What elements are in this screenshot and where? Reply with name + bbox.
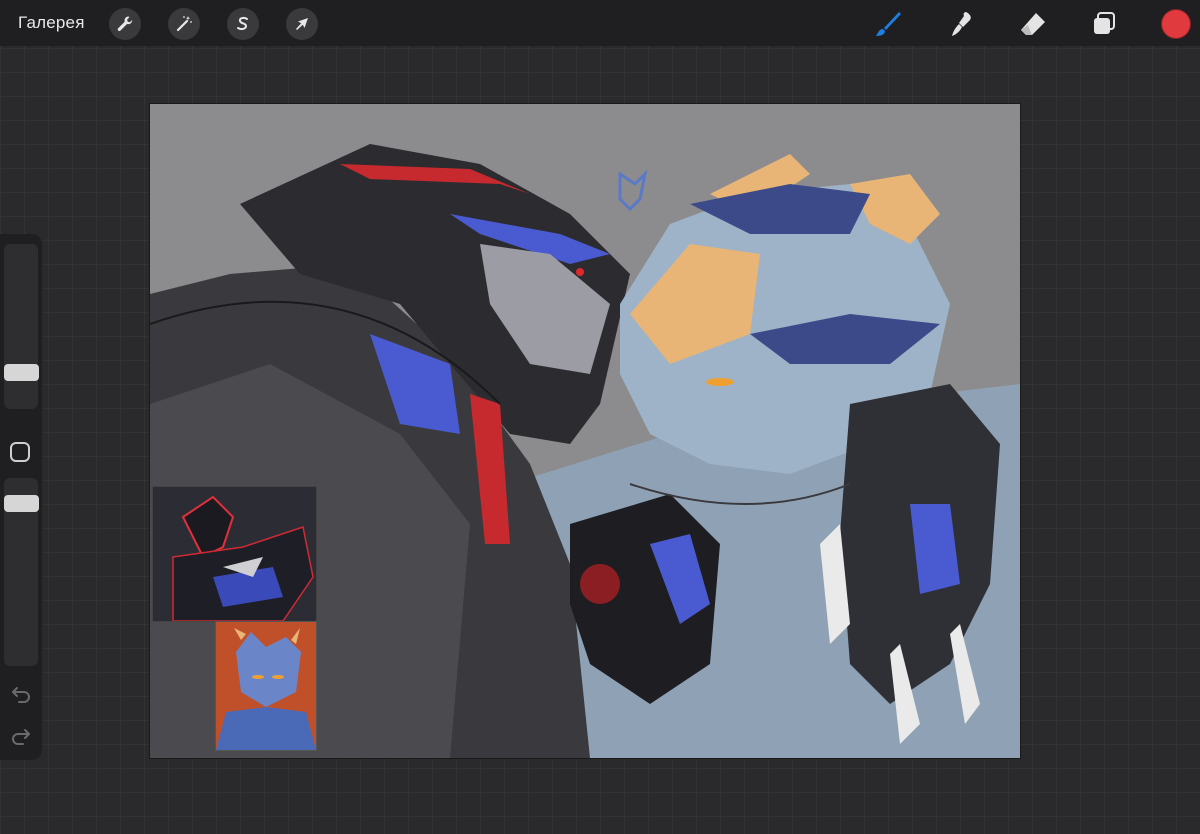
actions-button[interactable] — [109, 8, 141, 40]
reference-dark-robot-image — [153, 487, 316, 621]
brush-size-thumb[interactable] — [4, 364, 39, 381]
selection-s-icon — [237, 16, 248, 31]
layers-button[interactable] — [1086, 6, 1122, 42]
adjustments-button[interactable] — [168, 8, 200, 40]
reference-image-dark-robot[interactable] — [152, 486, 317, 622]
magic-wand-icon — [176, 16, 192, 32]
brush-button[interactable] — [870, 6, 906, 42]
color-picker-button[interactable] — [1161, 9, 1191, 39]
reference-image-blue-robot[interactable] — [215, 621, 317, 751]
brush-icon — [876, 12, 901, 36]
left-sidebar — [0, 234, 42, 760]
modify-square-button[interactable] — [10, 442, 30, 462]
eraser-icon — [1021, 13, 1045, 35]
layers-icon — [1094, 12, 1115, 34]
transform-button[interactable] — [286, 8, 318, 40]
reference-blue-robot-image — [216, 622, 316, 750]
top-toolbar: Галерея — [0, 0, 1200, 46]
smudge-icon — [952, 12, 971, 36]
eraser-button[interactable] — [1015, 6, 1051, 42]
smudge-button[interactable] — [944, 6, 980, 42]
selection-button[interactable] — [227, 8, 259, 40]
undo-icon[interactable] — [10, 682, 32, 704]
cursor-arrow-icon — [296, 18, 308, 30]
redo-icon[interactable] — [10, 724, 32, 746]
opacity-thumb[interactable] — [4, 495, 39, 512]
wrench-icon — [117, 16, 133, 31]
gallery-button[interactable]: Галерея — [18, 13, 85, 33]
brush-size-slider[interactable] — [4, 244, 38, 409]
